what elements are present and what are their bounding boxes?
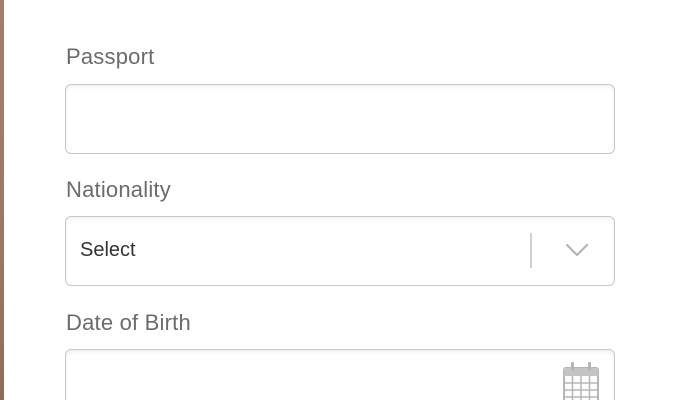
date-of-birth-label: Date of Birth	[66, 310, 191, 335]
nationality-label: Nationality	[66, 177, 171, 202]
nationality-select[interactable]: Select	[65, 216, 615, 286]
window-edge	[0, 0, 4, 400]
passport-label: Passport	[66, 44, 155, 69]
calendar-icon[interactable]	[562, 360, 600, 400]
passport-input[interactable]	[65, 84, 615, 154]
chevron-down-icon[interactable]	[564, 241, 590, 259]
registration-form: Passport Nationality Select Date of Birt…	[0, 0, 696, 400]
select-divider	[530, 233, 532, 268]
nationality-selected-value: Select	[80, 239, 136, 261]
date-of-birth-input[interactable]	[65, 349, 615, 400]
